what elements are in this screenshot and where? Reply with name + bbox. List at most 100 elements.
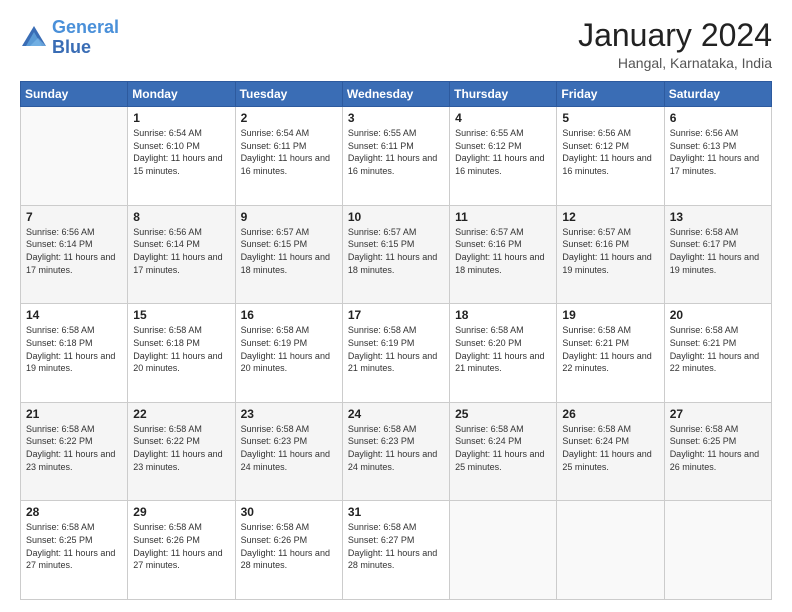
calendar-cell: 22 Sunrise: 6:58 AMSunset: 6:22 PMDayligh…	[128, 402, 235, 501]
day-info: Sunrise: 6:56 AMSunset: 6:14 PMDaylight:…	[133, 226, 229, 276]
calendar-cell: 18 Sunrise: 6:58 AMSunset: 6:20 PMDayligh…	[450, 304, 557, 403]
day-info: Sunrise: 6:58 AMSunset: 6:20 PMDaylight:…	[455, 324, 551, 374]
page: General Blue January 2024 Hangal, Karnat…	[0, 0, 792, 612]
day-info: Sunrise: 6:58 AMSunset: 6:23 PMDaylight:…	[348, 423, 444, 473]
weekday-header: Tuesday	[235, 82, 342, 107]
day-number: 26	[562, 407, 658, 421]
day-info: Sunrise: 6:58 AMSunset: 6:22 PMDaylight:…	[133, 423, 229, 473]
calendar-cell: 28 Sunrise: 6:58 AMSunset: 6:25 PMDayligh…	[21, 501, 128, 600]
day-info: Sunrise: 6:58 AMSunset: 6:25 PMDaylight:…	[26, 521, 122, 571]
day-number: 14	[26, 308, 122, 322]
weekday-header: Thursday	[450, 82, 557, 107]
day-info: Sunrise: 6:58 AMSunset: 6:18 PMDaylight:…	[133, 324, 229, 374]
calendar-cell: 11 Sunrise: 6:57 AMSunset: 6:16 PMDayligh…	[450, 205, 557, 304]
day-info: Sunrise: 6:58 AMSunset: 6:18 PMDaylight:…	[26, 324, 122, 374]
calendar-cell: 25 Sunrise: 6:58 AMSunset: 6:24 PMDayligh…	[450, 402, 557, 501]
calendar-cell: 16 Sunrise: 6:58 AMSunset: 6:19 PMDayligh…	[235, 304, 342, 403]
day-info: Sunrise: 6:57 AMSunset: 6:16 PMDaylight:…	[562, 226, 658, 276]
day-number: 30	[241, 505, 337, 519]
day-number: 29	[133, 505, 229, 519]
calendar-cell: 13 Sunrise: 6:58 AMSunset: 6:17 PMDayligh…	[664, 205, 771, 304]
day-number: 16	[241, 308, 337, 322]
calendar-cell: 19Sunrise: 6:58 AMSunset: 6:21 PMDayligh…	[557, 304, 664, 403]
calendar-cell: 3 Sunrise: 6:55 AMSunset: 6:11 PMDaylight…	[342, 107, 449, 206]
weekday-header: Friday	[557, 82, 664, 107]
logo-line2: Blue	[52, 37, 91, 57]
day-number: 1	[133, 111, 229, 125]
logo-line1: General	[52, 17, 119, 37]
day-number: 20	[670, 308, 766, 322]
day-info: Sunrise: 6:58 AMSunset: 6:19 PMDaylight:…	[241, 324, 337, 374]
day-info: Sunrise: 6:58 AMSunset: 6:26 PMDaylight:…	[133, 521, 229, 571]
day-info: Sunrise: 6:54 AMSunset: 6:11 PMDaylight:…	[241, 127, 337, 177]
calendar-cell: 24 Sunrise: 6:58 AMSunset: 6:23 PMDayligh…	[342, 402, 449, 501]
day-number: 27	[670, 407, 766, 421]
calendar-cell: 4Sunrise: 6:55 AMSunset: 6:12 PMDaylight…	[450, 107, 557, 206]
day-number: 3	[348, 111, 444, 125]
day-info: Sunrise: 6:56 AMSunset: 6:14 PMDaylight:…	[26, 226, 122, 276]
day-number: 25	[455, 407, 551, 421]
day-info: Sunrise: 6:58 AMSunset: 6:22 PMDaylight:…	[26, 423, 122, 473]
day-info: Sunrise: 6:58 AMSunset: 6:21 PMDaylight:…	[670, 324, 766, 374]
logo-icon	[20, 24, 48, 52]
day-number: 15	[133, 308, 229, 322]
day-number: 28	[26, 505, 122, 519]
calendar-cell	[21, 107, 128, 206]
day-number: 11	[455, 210, 551, 224]
day-number: 22	[133, 407, 229, 421]
day-info: Sunrise: 6:57 AMSunset: 6:15 PMDaylight:…	[348, 226, 444, 276]
calendar-cell: 8 Sunrise: 6:56 AMSunset: 6:14 PMDaylight…	[128, 205, 235, 304]
calendar-cell	[450, 501, 557, 600]
calendar-cell: 10 Sunrise: 6:57 AMSunset: 6:15 PMDayligh…	[342, 205, 449, 304]
calendar-cell: 17 Sunrise: 6:58 AMSunset: 6:19 PMDayligh…	[342, 304, 449, 403]
day-number: 9	[241, 210, 337, 224]
day-info: Sunrise: 6:58 AMSunset: 6:26 PMDaylight:…	[241, 521, 337, 571]
day-number: 12	[562, 210, 658, 224]
calendar-cell: 21 Sunrise: 6:58 AMSunset: 6:22 PMDayligh…	[21, 402, 128, 501]
calendar-cell: 5 Sunrise: 6:56 AMSunset: 6:12 PMDaylight…	[557, 107, 664, 206]
main-title: January 2024	[578, 18, 772, 53]
weekday-header: Wednesday	[342, 82, 449, 107]
day-info: Sunrise: 6:58 AMSunset: 6:24 PMDaylight:…	[455, 423, 551, 473]
day-info: Sunrise: 6:58 AMSunset: 6:24 PMDaylight:…	[562, 423, 658, 473]
calendar-cell: 23Sunrise: 6:58 AMSunset: 6:23 PMDayligh…	[235, 402, 342, 501]
day-info: Sunrise: 6:58 AMSunset: 6:21 PMDaylight:…	[562, 324, 658, 374]
day-info: Sunrise: 6:55 AMSunset: 6:12 PMDaylight:…	[455, 127, 551, 177]
calendar-cell: 9 Sunrise: 6:57 AMSunset: 6:15 PMDaylight…	[235, 205, 342, 304]
calendar-cell: 6 Sunrise: 6:56 AMSunset: 6:13 PMDaylight…	[664, 107, 771, 206]
logo-text: General Blue	[52, 18, 119, 58]
subtitle: Hangal, Karnataka, India	[578, 55, 772, 71]
header: General Blue January 2024 Hangal, Karnat…	[20, 18, 772, 71]
calendar-cell: 30 Sunrise: 6:58 AMSunset: 6:26 PMDayligh…	[235, 501, 342, 600]
day-info: Sunrise: 6:54 AMSunset: 6:10 PMDaylight:…	[133, 127, 229, 177]
day-number: 13	[670, 210, 766, 224]
day-info: Sunrise: 6:58 AMSunset: 6:17 PMDaylight:…	[670, 226, 766, 276]
logo: General Blue	[20, 18, 119, 58]
day-info: Sunrise: 6:55 AMSunset: 6:11 PMDaylight:…	[348, 127, 444, 177]
calendar-cell: 29 Sunrise: 6:58 AMSunset: 6:26 PMDayligh…	[128, 501, 235, 600]
day-number: 8	[133, 210, 229, 224]
day-number: 10	[348, 210, 444, 224]
day-number: 7	[26, 210, 122, 224]
calendar-cell: 2 Sunrise: 6:54 AMSunset: 6:11 PMDaylight…	[235, 107, 342, 206]
day-number: 6	[670, 111, 766, 125]
calendar-cell: 27Sunrise: 6:58 AMSunset: 6:25 PMDayligh…	[664, 402, 771, 501]
calendar-cell: 7 Sunrise: 6:56 AMSunset: 6:14 PMDaylight…	[21, 205, 128, 304]
day-info: Sunrise: 6:57 AMSunset: 6:15 PMDaylight:…	[241, 226, 337, 276]
day-info: Sunrise: 6:58 AMSunset: 6:19 PMDaylight:…	[348, 324, 444, 374]
day-number: 17	[348, 308, 444, 322]
day-number: 2	[241, 111, 337, 125]
day-info: Sunrise: 6:56 AMSunset: 6:12 PMDaylight:…	[562, 127, 658, 177]
day-number: 5	[562, 111, 658, 125]
day-number: 24	[348, 407, 444, 421]
calendar-cell: 1 Sunrise: 6:54 AMSunset: 6:10 PMDaylight…	[128, 107, 235, 206]
day-info: Sunrise: 6:56 AMSunset: 6:13 PMDaylight:…	[670, 127, 766, 177]
day-number: 18	[455, 308, 551, 322]
day-number: 23	[241, 407, 337, 421]
calendar-cell	[557, 501, 664, 600]
weekday-header: Monday	[128, 82, 235, 107]
day-info: Sunrise: 6:57 AMSunset: 6:16 PMDaylight:…	[455, 226, 551, 276]
day-number: 21	[26, 407, 122, 421]
calendar-cell: 12 Sunrise: 6:57 AMSunset: 6:16 PMDayligh…	[557, 205, 664, 304]
calendar-cell: 20 Sunrise: 6:58 AMSunset: 6:21 PMDayligh…	[664, 304, 771, 403]
